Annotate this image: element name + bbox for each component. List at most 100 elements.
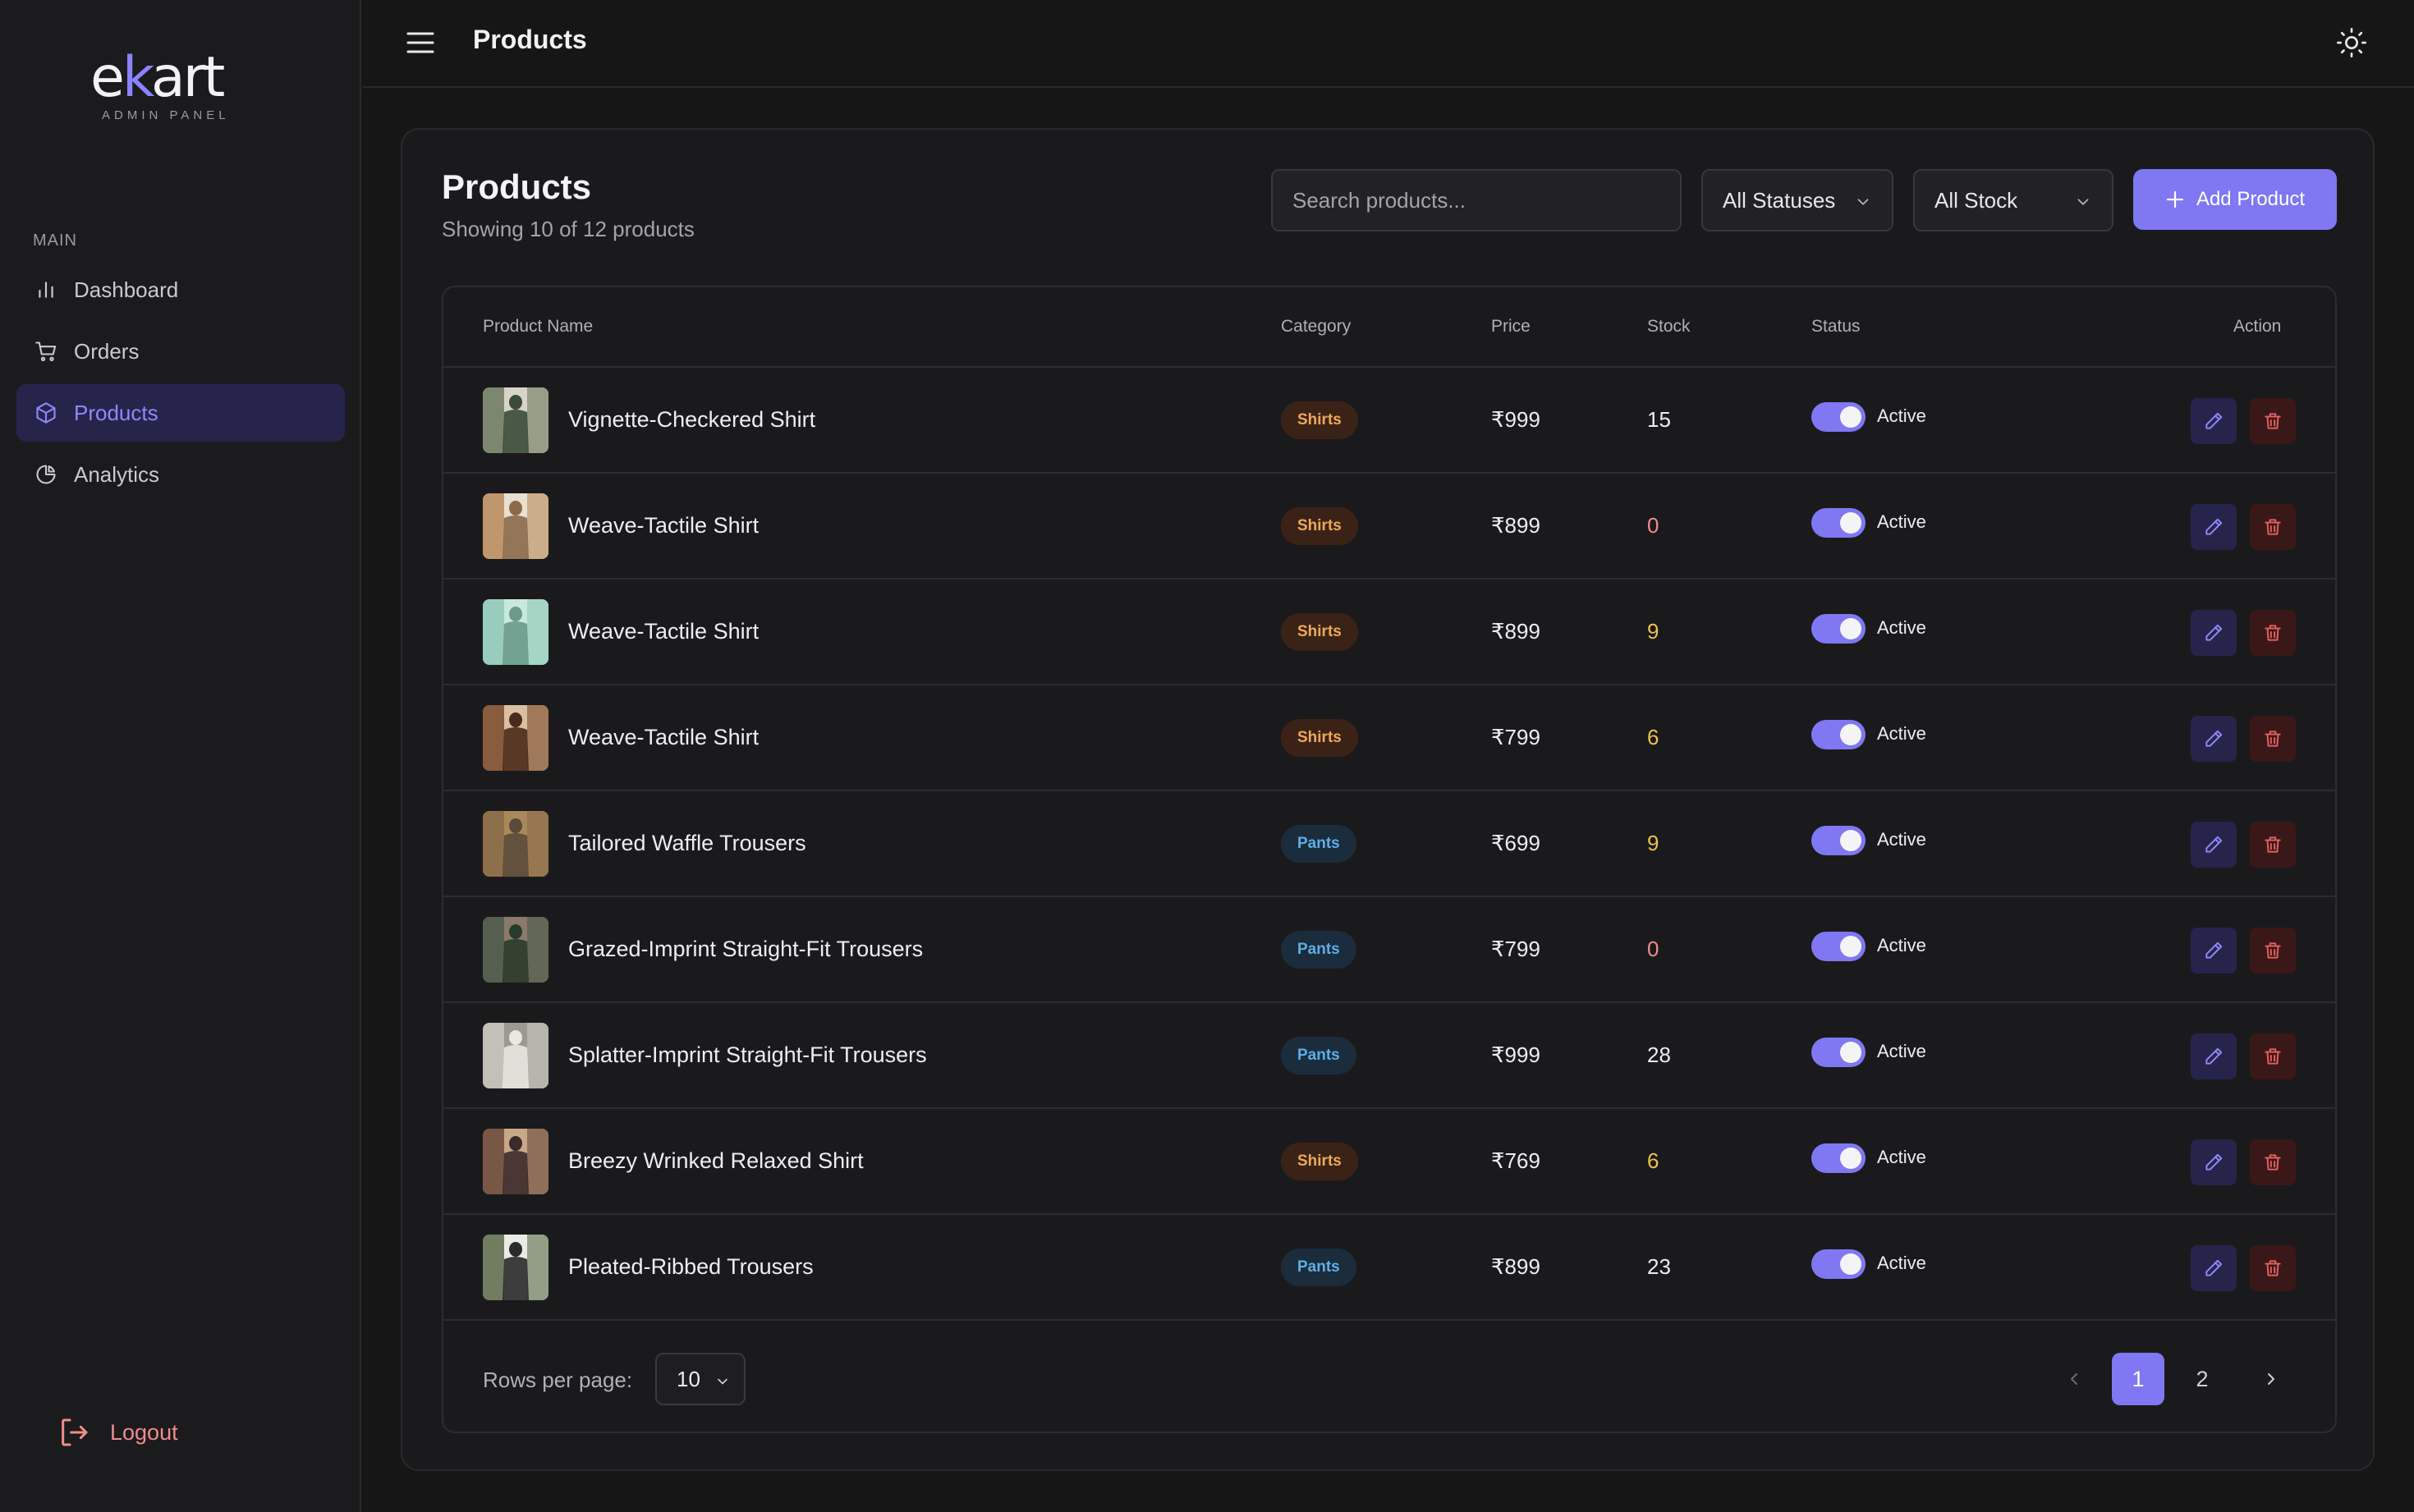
table-row[interactable]: Tailored Waffle Trousers Pants ₹699 9 Active (443, 791, 2335, 897)
cart-icon (33, 338, 59, 364)
logout-label: Logout (110, 1419, 178, 1445)
nav-section-label: MAIN (33, 231, 77, 250)
edit-button[interactable] (2191, 1139, 2237, 1185)
table-row[interactable]: Weave-Tactile Shirt Shirts ₹899 0 Active (443, 474, 2335, 580)
product-price: ₹699 (1491, 831, 1540, 855)
status-label: Active (1877, 617, 1926, 638)
product-thumbnail (483, 811, 548, 877)
table-row[interactable]: Vignette-Checkered Shirt Shirts ₹999 15 Acti… (443, 368, 2335, 474)
sidebar-item-analytics[interactable]: Analytics (16, 446, 345, 503)
pencil-icon (2205, 1153, 2223, 1171)
table-row[interactable]: Weave-Tactile Shirt Shirts ₹899 9 Active (443, 580, 2335, 685)
stock-filter-value: All Stock (1934, 187, 2018, 213)
prev-page-button[interactable] (2048, 1353, 2100, 1405)
status-toggle[interactable] (1811, 1038, 1866, 1067)
delete-button[interactable] (2250, 504, 2296, 550)
sidebar-item-products[interactable]: Products (16, 384, 345, 442)
status-toggle[interactable] (1811, 508, 1866, 538)
product-thumbnail (483, 1235, 548, 1300)
add-product-button[interactable]: Add Product (2133, 169, 2337, 230)
status-label: Active (1877, 405, 1926, 426)
status-toggle[interactable] (1811, 1143, 1866, 1173)
sidebar-item-dashboard[interactable]: Dashboard (16, 261, 345, 318)
product-name[interactable]: Pleated-Ribbed Trousers (568, 1254, 814, 1280)
brand-logo[interactable]: ekart ADMIN PANEL (90, 49, 255, 123)
page-2-button[interactable]: 2 (2176, 1353, 2228, 1405)
edit-button[interactable] (2191, 716, 2237, 762)
delete-button[interactable] (2250, 928, 2296, 974)
chevron-down-icon (2074, 191, 2092, 209)
product-price: ₹769 (1491, 1148, 1540, 1173)
status-toggle[interactable] (1811, 720, 1866, 749)
product-thumbnail (483, 705, 548, 771)
status-toggle[interactable] (1811, 826, 1866, 855)
stock-filter-select[interactable]: All Stock (1913, 169, 2113, 231)
category-badge: Shirts (1281, 613, 1358, 651)
header-action: Action (2233, 317, 2282, 336)
delete-button[interactable] (2250, 1033, 2296, 1079)
edit-button[interactable] (2191, 822, 2237, 868)
product-stock: 15 (1647, 407, 1671, 432)
delete-button[interactable] (2250, 398, 2296, 444)
logout-button[interactable]: Logout (57, 1416, 178, 1449)
category-badge: Pants (1281, 825, 1356, 863)
products-card: Products Showing 10 of 12 products All S… (401, 128, 2375, 1471)
pencil-icon (2205, 836, 2223, 853)
product-name[interactable]: Vignette-Checkered Shirt (568, 407, 815, 433)
logo-part-e: e (90, 45, 125, 110)
header-product-name[interactable]: Product Name (483, 317, 593, 337)
header-status[interactable]: Status (1811, 317, 1861, 337)
delete-button[interactable] (2250, 610, 2296, 656)
table-row[interactable]: Pleated-Ribbed Trousers Pants ₹899 23 Active (443, 1215, 2335, 1321)
edit-button[interactable] (2191, 1245, 2237, 1291)
sun-icon[interactable] (2335, 26, 2368, 59)
rows-per-page-value: 10 (677, 1366, 700, 1391)
chevron-left-icon (2071, 1373, 2077, 1385)
product-stock: 28 (1647, 1042, 1671, 1067)
status-toggle[interactable] (1811, 402, 1866, 432)
product-name[interactable]: Weave-Tactile Shirt (568, 619, 759, 644)
header-category[interactable]: Category (1281, 317, 1351, 337)
trash-icon (2265, 413, 2281, 429)
product-name[interactable]: Grazed-Imprint Straight-Fit Trousers (568, 937, 923, 962)
sidebar-item-orders[interactable]: Orders (16, 323, 345, 380)
table-row[interactable]: Breezy Wrinked Relaxed Shirt Shirts ₹769 6 A… (443, 1109, 2335, 1215)
next-page-button[interactable] (2245, 1353, 2297, 1405)
table-row[interactable]: Splatter-Imprint Straight-Fit Trousers Pa… (443, 1003, 2335, 1109)
delete-button[interactable] (2250, 822, 2296, 868)
edit-button[interactable] (2191, 610, 2237, 656)
delete-button[interactable] (2250, 1139, 2296, 1185)
header-stock[interactable]: Stock (1647, 317, 1691, 337)
product-name[interactable]: Breezy Wrinked Relaxed Shirt (568, 1148, 864, 1174)
product-name[interactable]: Splatter-Imprint Straight-Fit Trousers (568, 1042, 927, 1068)
edit-button[interactable] (2191, 398, 2237, 444)
product-stock: 9 (1647, 831, 1659, 855)
rows-per-page-select[interactable]: 10 (655, 1353, 746, 1405)
delete-button[interactable] (2250, 1245, 2296, 1291)
toggle-knob (1840, 406, 1861, 428)
page-1-button[interactable]: 1 (2112, 1353, 2164, 1405)
status-filter-select[interactable]: All Statuses (1701, 169, 1893, 231)
search-input[interactable] (1271, 169, 1682, 231)
status-toggle[interactable] (1811, 1249, 1866, 1279)
product-stock: 0 (1647, 513, 1659, 538)
table-row[interactable]: Grazed-Imprint Straight-Fit Trousers Pant… (443, 897, 2335, 1003)
product-stock: 0 (1647, 937, 1659, 961)
product-name[interactable]: Tailored Waffle Trousers (568, 831, 806, 856)
delete-button[interactable] (2250, 716, 2296, 762)
product-stock: 9 (1647, 619, 1659, 644)
edit-button[interactable] (2191, 1033, 2237, 1079)
edit-button[interactable] (2191, 928, 2237, 974)
status-toggle[interactable] (1811, 932, 1866, 961)
menu-icon[interactable] (406, 30, 435, 56)
products-table: Product Name Category Price Stock Status… (442, 286, 2337, 1433)
pencil-icon (2205, 942, 2223, 959)
status-toggle[interactable] (1811, 614, 1866, 644)
product-name[interactable]: Weave-Tactile Shirt (568, 513, 759, 538)
table-row[interactable]: Weave-Tactile Shirt Shirts ₹799 6 Active (443, 685, 2335, 791)
chevron-down-icon (1854, 191, 1872, 209)
product-name[interactable]: Weave-Tactile Shirt (568, 725, 759, 750)
edit-button[interactable] (2191, 504, 2237, 550)
header-price[interactable]: Price (1491, 317, 1531, 337)
product-price: ₹799 (1491, 725, 1540, 749)
